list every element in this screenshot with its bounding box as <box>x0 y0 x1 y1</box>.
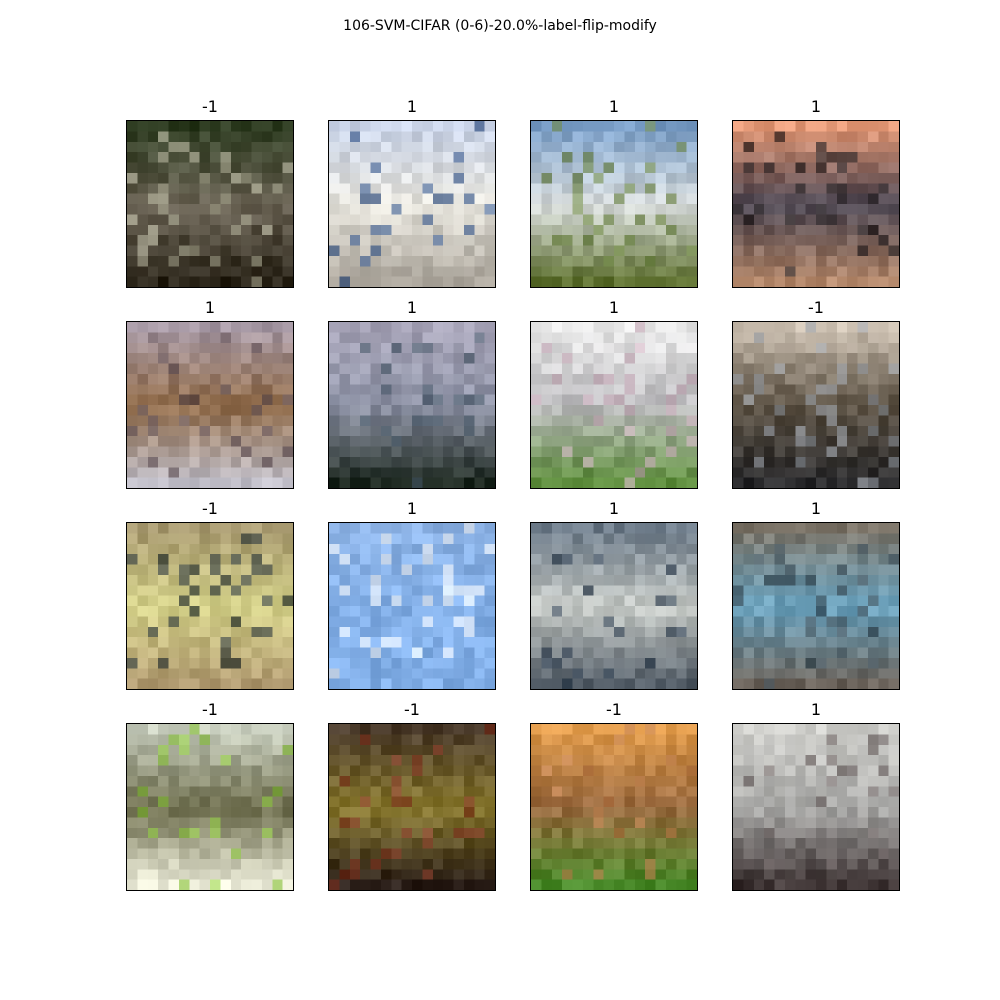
sample-image <box>732 321 900 489</box>
sample-image <box>530 522 698 690</box>
sample-image <box>530 321 698 489</box>
sample-image <box>328 723 496 891</box>
panel-label: 1 <box>406 298 418 317</box>
pixel-mosaic <box>733 724 899 890</box>
sample-image <box>530 120 698 288</box>
pixel-mosaic <box>733 121 899 287</box>
sample-image <box>126 321 294 489</box>
sample-image <box>328 120 496 288</box>
sample-image <box>126 723 294 891</box>
panel-label: 1 <box>810 499 822 518</box>
panel-label: -1 <box>808 298 824 317</box>
sample-image <box>732 120 900 288</box>
sample-image <box>732 723 900 891</box>
figure-title: 106-SVM-CIFAR (0-6)-20.0%-label-flip-mod… <box>343 18 657 34</box>
sample-image <box>126 522 294 690</box>
pixel-mosaic <box>531 724 697 890</box>
pixel-mosaic <box>531 523 697 689</box>
panel-label: -1 <box>606 700 622 719</box>
panel-label: 1 <box>608 298 620 317</box>
pixel-mosaic <box>329 724 495 890</box>
panel-label: 1 <box>608 499 620 518</box>
panel-label: -1 <box>202 499 218 518</box>
sample-image <box>530 723 698 891</box>
panel-label: 1 <box>810 97 822 116</box>
panel-label: 1 <box>810 700 822 719</box>
pixel-mosaic <box>531 121 697 287</box>
pixel-mosaic <box>127 724 293 890</box>
panel-label: 1 <box>608 97 620 116</box>
panel-label: 1 <box>406 97 418 116</box>
pixel-mosaic <box>329 523 495 689</box>
pixel-mosaic <box>127 523 293 689</box>
pixel-mosaic <box>127 121 293 287</box>
panel-label: 1 <box>204 298 216 317</box>
pixel-mosaic <box>733 523 899 689</box>
pixel-mosaic <box>733 322 899 488</box>
panel-label: -1 <box>202 700 218 719</box>
panel-label: -1 <box>202 97 218 116</box>
panel-label: 1 <box>406 499 418 518</box>
sample-image <box>126 120 294 288</box>
sample-image <box>328 321 496 489</box>
sample-image <box>732 522 900 690</box>
panel-label: -1 <box>404 700 420 719</box>
pixel-mosaic <box>127 322 293 488</box>
pixel-mosaic <box>531 322 697 488</box>
pixel-mosaic <box>329 121 495 287</box>
pixel-mosaic <box>329 322 495 488</box>
sample-image <box>328 522 496 690</box>
